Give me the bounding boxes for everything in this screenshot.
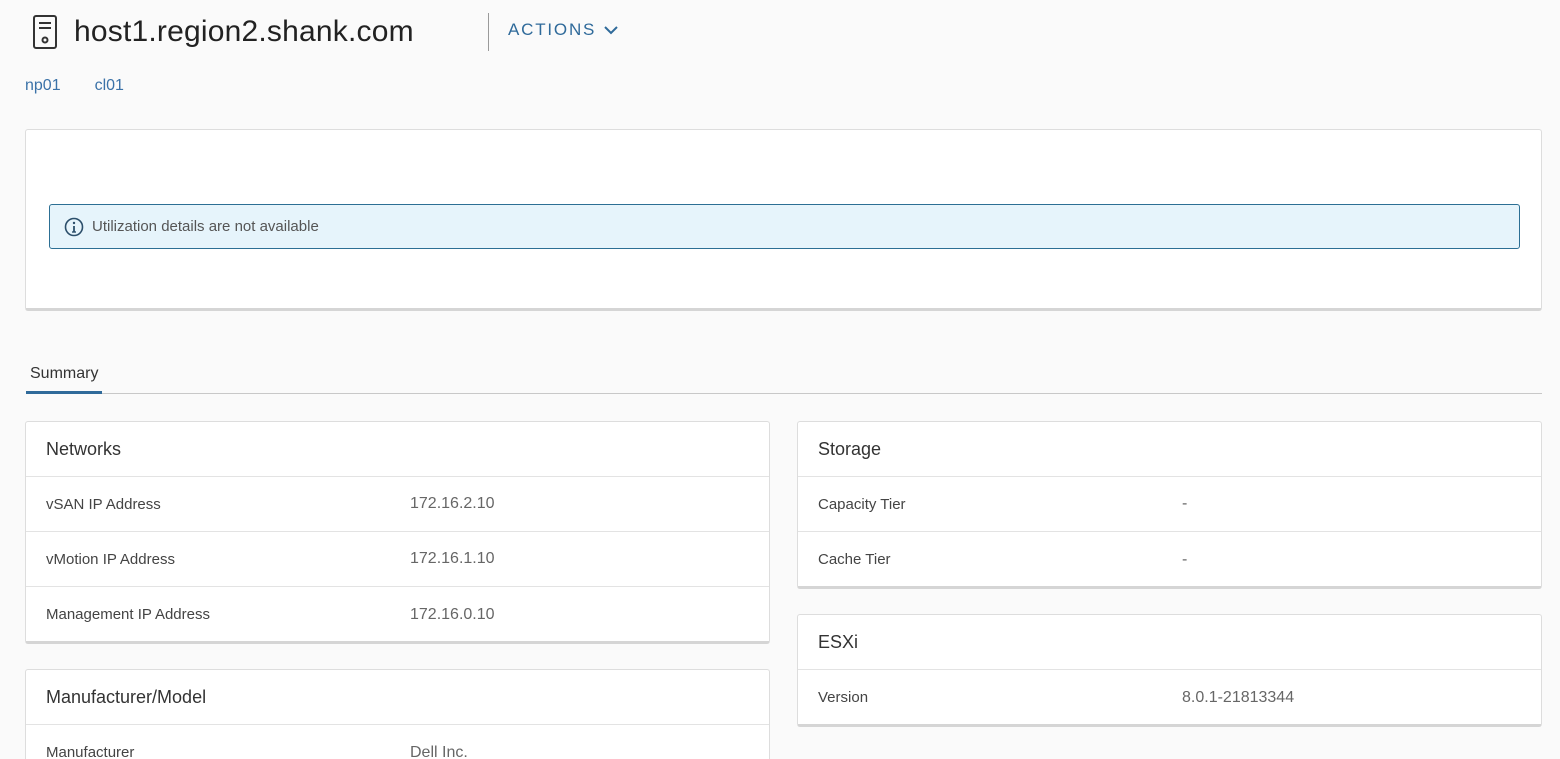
- esxi-card-title: ESXi: [798, 615, 1541, 670]
- manufacturer-label: Manufacturer: [46, 744, 135, 759]
- tab-bar: Summary: [26, 358, 1542, 394]
- host-summary-page: host1.region2.shank.com ACTIONS np01 cl0…: [0, 0, 1560, 759]
- tab-summary[interactable]: Summary: [26, 358, 103, 394]
- storage-card: Storage Capacity Tier - Cache Tier -: [797, 421, 1542, 589]
- server-host-icon: [28, 11, 62, 53]
- esxi-version-value: 8.0.1-21813344: [1182, 688, 1295, 706]
- management-ip-label: Management IP Address: [46, 606, 210, 623]
- breadcrumb-item-cl01[interactable]: cl01: [95, 77, 124, 95]
- vsan-ip-value: 172.16.2.10: [410, 495, 495, 512]
- table-row: Management IP Address 172.16.0.10: [26, 587, 769, 642]
- esxi-card: ESXi Version 8.0.1-21813344: [797, 614, 1542, 727]
- breadcrumb-item-np01[interactable]: np01: [25, 77, 61, 95]
- chevron-down-icon: [604, 25, 618, 35]
- manufacturer-value: Dell Inc.: [410, 743, 468, 759]
- table-row: vMotion IP Address 172.16.1.10: [26, 532, 769, 587]
- utilization-message: Utilization details are not available: [92, 218, 319, 235]
- table-row: Manufacturer Dell Inc.: [26, 725, 769, 759]
- manufacturer-model-card: Manufacturer/Model Manufacturer Dell Inc…: [25, 669, 770, 759]
- utilization-alert: Utilization details are not available: [49, 204, 1520, 249]
- cache-tier-value: -: [1182, 550, 1188, 568]
- vsan-ip-label: vSAN IP Address: [46, 495, 161, 513]
- table-row: Version 8.0.1-21813344: [798, 670, 1541, 725]
- vmotion-ip-value: 172.16.1.10: [410, 550, 495, 567]
- header-divider: [488, 13, 489, 51]
- page-title: host1.region2.shank.com: [74, 15, 414, 48]
- utilization-card: Utilization details are not available: [25, 129, 1542, 311]
- vmotion-ip-label: vMotion IP Address: [46, 550, 175, 568]
- actions-dropdown-button[interactable]: ACTIONS: [508, 20, 618, 40]
- management-ip-value: 172.16.0.10: [410, 605, 495, 623]
- page-header: host1.region2.shank.com: [28, 10, 414, 54]
- esxi-version-label: Version: [818, 689, 869, 706]
- info-circle-icon: [64, 217, 84, 237]
- networks-card: Networks vSAN IP Address 172.16.2.10 vMo…: [25, 421, 770, 644]
- capacity-tier-label: Capacity Tier: [818, 495, 906, 513]
- table-row: Capacity Tier -: [798, 477, 1541, 532]
- networks-card-title: Networks: [26, 422, 769, 477]
- breadcrumb: np01 cl01: [25, 77, 124, 95]
- table-row: vSAN IP Address 172.16.2.10: [26, 477, 769, 532]
- manufacturer-model-card-title: Manufacturer/Model: [26, 670, 769, 725]
- capacity-tier-value: -: [1182, 495, 1188, 512]
- actions-label: ACTIONS: [508, 20, 597, 39]
- storage-card-title: Storage: [798, 422, 1541, 477]
- cache-tier-label: Cache Tier: [818, 551, 891, 568]
- table-row: Cache Tier -: [798, 532, 1541, 587]
